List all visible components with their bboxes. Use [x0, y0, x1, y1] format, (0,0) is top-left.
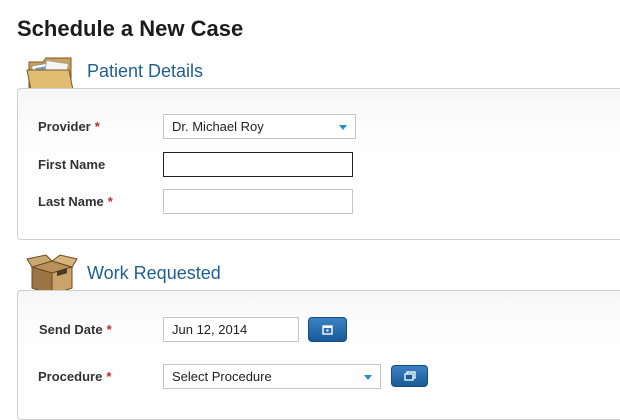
popup-window-icon — [403, 371, 416, 381]
first-name-label: First Name — [38, 157, 106, 172]
provider-select[interactable]: Dr. Michael Roy — [163, 114, 356, 139]
calendar-icon — [322, 325, 333, 335]
calendar-button[interactable] — [308, 317, 347, 342]
patient-details-panel: Provider * Dr. Michael Roy First Name Las… — [17, 88, 620, 240]
chevron-down-icon — [339, 125, 347, 130]
required-marker: * — [106, 322, 112, 337]
procedure-select[interactable]: Select Procedure — [163, 364, 381, 389]
provider-select-value: Dr. Michael Roy — [172, 119, 264, 134]
required-marker: * — [107, 194, 113, 209]
procedure-label: Procedure * — [38, 369, 112, 384]
send-date-field[interactable]: Jun 12, 2014 — [163, 317, 299, 342]
chevron-down-icon — [364, 375, 372, 380]
page-title: Schedule a New Case — [17, 16, 244, 41]
section-heading-work-requested: Work Requested — [87, 263, 221, 283]
section-heading-patient-details: Patient Details — [87, 61, 204, 81]
procedure-select-value: Select Procedure — [172, 369, 272, 384]
work-requested-panel: Send Date * Jun 12, 2014 Procedure * Selec… — [17, 290, 620, 420]
open-procedures-button[interactable] — [391, 365, 428, 387]
first-name-field[interactable] — [163, 152, 353, 177]
required-marker: * — [106, 369, 112, 384]
send-date-label: Send Date * — [39, 322, 112, 337]
provider-label: Provider * — [38, 119, 100, 134]
required-marker: * — [94, 119, 100, 134]
last-name-field[interactable] — [163, 189, 353, 214]
last-name-label: Last Name * — [38, 194, 113, 209]
